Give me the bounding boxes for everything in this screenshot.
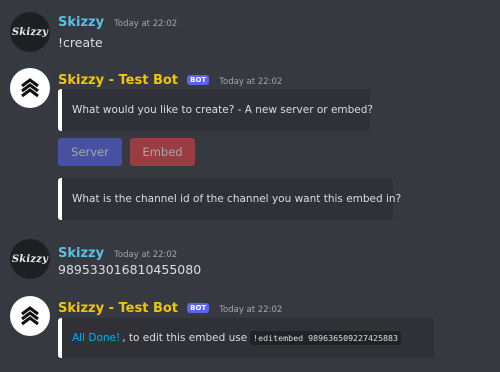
message-header: Skizzy - Test Bot BOT Today at 22:02 bbox=[58, 297, 282, 316]
embed-text: What is the channel id of the channel yo… bbox=[72, 193, 402, 205]
embed-button[interactable]: Embed bbox=[130, 138, 195, 166]
embed-question-create: What would you like to create? - A new s… bbox=[58, 89, 373, 131]
bot-avatar[interactable] bbox=[10, 68, 50, 108]
author-name[interactable]: Skizzy - Test Bot bbox=[58, 73, 178, 88]
all-done-link[interactable]: All Done! bbox=[72, 332, 120, 344]
server-button[interactable]: Server bbox=[58, 138, 122, 166]
bot-avatar[interactable] bbox=[10, 296, 50, 336]
embed-text: What would you like to create? - A new s… bbox=[72, 104, 373, 116]
message-header: Skizzy Today at 22:02 bbox=[58, 242, 177, 261]
edit-command-code: !editembed 989636509227425883 bbox=[250, 331, 402, 345]
message-content: 989533016810455080 bbox=[58, 262, 202, 277]
chevrons-up-icon bbox=[21, 78, 39, 98]
embed-button-label: Embed bbox=[142, 145, 183, 159]
timestamp: Today at 22:02 bbox=[219, 77, 283, 87]
timestamp: Today at 22:02 bbox=[114, 250, 178, 260]
embed-question-channel: What is the channel id of the channel yo… bbox=[58, 178, 401, 220]
bot-badge: BOT bbox=[187, 75, 210, 85]
timestamp: Today at 22:02 bbox=[114, 19, 178, 29]
embed-text: , to edit this embed use bbox=[122, 332, 248, 344]
avatar-logo-text: Skizzy bbox=[11, 253, 49, 265]
user-avatar[interactable]: Skizzy bbox=[10, 239, 50, 279]
user-avatar[interactable]: Skizzy bbox=[10, 12, 50, 52]
embed-all-done: All Done! , to edit this embed use !edit… bbox=[58, 318, 434, 358]
author-name[interactable]: Skizzy bbox=[58, 246, 104, 261]
timestamp: Today at 22:02 bbox=[219, 305, 283, 315]
author-name[interactable]: Skizzy - Test Bot bbox=[58, 301, 178, 316]
message-header: Skizzy - Test Bot BOT Today at 22:02 bbox=[58, 69, 282, 88]
author-name[interactable]: Skizzy bbox=[58, 15, 104, 30]
chevrons-up-icon bbox=[21, 306, 39, 326]
avatar-logo-text: Skizzy bbox=[11, 26, 49, 38]
message-content: !create bbox=[58, 35, 103, 50]
server-button-label: Server bbox=[71, 145, 109, 159]
bot-badge: BOT bbox=[187, 303, 210, 313]
message-header: Skizzy Today at 22:02 bbox=[58, 11, 177, 30]
